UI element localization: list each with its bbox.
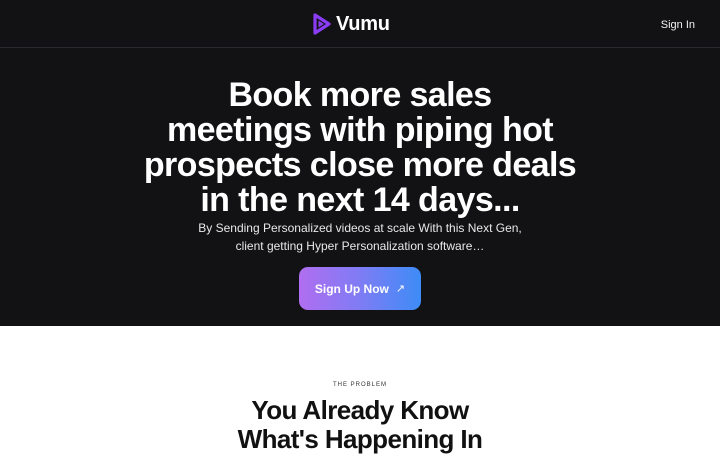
hero-headline: Book more sales meetings with piping hot… [0,78,720,218]
subtitle-line: client getting Hyper Personalization sof… [235,239,485,253]
headline-line: in the next 14 days... [200,181,520,219]
headline-line: Book more sales [228,76,492,114]
section-kicker: THE PROBLEM [332,382,387,388]
arrow-up-right-icon: ↗ [395,283,406,295]
top-navbar: Vumu Sign In [0,0,720,48]
brand-name: Vumu [336,13,390,35]
sign-up-now-button[interactable]: Sign Up Now ↗ [299,267,421,310]
problem-title-line: You Already Know [251,395,469,425]
brand-logo[interactable]: Vumu [311,12,390,36]
problem-section-title: You Already Know What's Happening In [0,396,720,454]
hero-subtitle: By Sending Personalized videos at scale … [0,219,720,255]
hero-section: Vumu Sign In Book more sales meetings wi… [0,0,720,326]
subtitle-line: By Sending Personalized videos at scale … [198,221,522,235]
play-logo-icon [313,13,331,35]
sign-up-label: Sign Up Now [314,281,389,296]
sign-in-link[interactable]: Sign In [661,18,695,32]
headline-line: prospects close more deals [143,146,577,184]
headline-line: meetings with piping hot [166,111,554,149]
